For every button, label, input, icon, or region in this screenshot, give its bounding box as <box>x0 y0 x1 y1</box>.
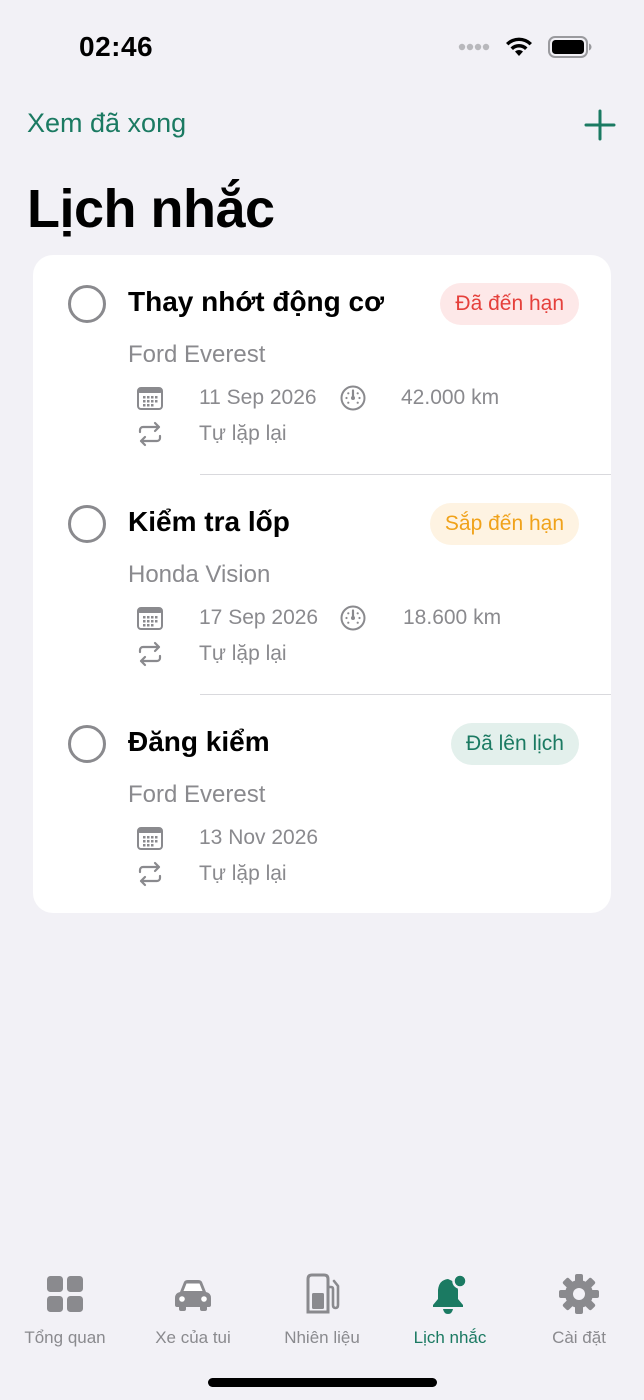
status-icons <box>458 36 592 58</box>
reminder-item[interactable]: Đăng kiểm Đã lên lịch Ford Everest 13 No… <box>33 695 611 913</box>
reminder-repeat: Tự lặp lại <box>199 642 287 665</box>
reminder-vehicle: Ford Everest <box>128 341 266 368</box>
reminder-title: Thay nhớt động cơ <box>128 286 385 317</box>
complete-checkbox[interactable] <box>68 285 106 323</box>
screen: 02:46 Xem đã xong Lịch nhắc Thay nhớt độ… <box>0 0 644 1400</box>
status-badge: Đã lên lịch <box>450 723 579 765</box>
reminder-vehicle: Ford Everest <box>128 781 266 808</box>
tab-label: Xe của tui <box>155 1328 231 1347</box>
repeat-icon <box>138 421 162 447</box>
reminder-repeat-row: Tự lặp lại <box>136 860 287 888</box>
tab-settings[interactable]: Cài đặt <box>519 1272 639 1348</box>
status-badge: Đã đến hạn <box>440 283 579 325</box>
status-time: 02:46 <box>79 31 154 62</box>
reminder-item[interactable]: Thay nhớt động cơ Đã đến hạn Ford Everes… <box>33 255 611 475</box>
calendar-icon <box>137 607 163 630</box>
reminder-date: 11 Sep 2026 <box>199 386 317 409</box>
complete-checkbox[interactable] <box>68 505 106 543</box>
plus-icon <box>584 109 616 141</box>
tab-label: Tổng quan <box>24 1328 106 1347</box>
battery-icon <box>548 36 592 58</box>
fuel-pump-icon <box>306 1273 340 1314</box>
signal-dots-icon <box>458 43 490 51</box>
status-badge: Sắp đến hạn <box>429 503 579 545</box>
reminder-odometer: 18.600 km <box>403 606 502 629</box>
repeat-icon <box>138 641 162 667</box>
reminder-vehicle: Honda Vision <box>128 561 271 588</box>
add-reminder-button[interactable] <box>583 108 617 142</box>
reminders-list: Thay nhớt động cơ Đã đến hạn Ford Everes… <box>33 255 611 913</box>
reminder-date: 13 Nov 2026 <box>199 826 319 849</box>
tab-label: Cài đặt <box>552 1328 606 1347</box>
wifi-icon <box>506 37 532 56</box>
repeat-icon <box>138 861 162 887</box>
calendar-icon <box>137 387 163 410</box>
reminder-date-row: 17 Sep 2026 18.600 km <box>136 604 501 632</box>
car-icon <box>175 1280 211 1311</box>
reminder-date-row: 11 Sep 2026 42.000 km <box>136 384 499 412</box>
bell-badge-icon <box>433 1273 468 1314</box>
reminder-item[interactable]: Kiểm tra lốp Sắp đến hạn Honda Vision 17… <box>33 475 611 695</box>
reminder-repeat: Tự lặp lại <box>199 862 287 885</box>
reminder-repeat: Tự lặp lại <box>199 422 287 445</box>
tab-fuel[interactable]: Nhiên liệu <box>262 1272 382 1348</box>
tab-label: Nhiên liệu <box>284 1328 360 1347</box>
complete-checkbox[interactable] <box>68 725 106 763</box>
tab-label: Lịch nhắc <box>413 1328 487 1347</box>
page-title: Lịch nhắc <box>27 179 275 239</box>
reminder-odometer: 42.000 km <box>401 386 500 409</box>
reminder-title: Đăng kiểm <box>128 726 270 757</box>
status-bar: 02:46 <box>0 0 644 96</box>
tab-my-cars[interactable]: Xe của tui <box>133 1272 253 1348</box>
tab-overview[interactable]: Tổng quan <box>5 1272 125 1348</box>
reminder-title: Kiểm tra lốp <box>128 506 290 537</box>
reminder-repeat-row: Tự lặp lại <box>136 640 287 668</box>
calendar-icon <box>137 827 163 850</box>
grid-icon <box>47 1276 83 1312</box>
view-completed-link[interactable]: Xem đã xong <box>27 108 186 139</box>
reminder-repeat-row: Tự lặp lại <box>136 420 287 448</box>
speedometer-icon <box>340 605 366 631</box>
gear-icon <box>559 1274 599 1314</box>
reminder-date: 17 Sep 2026 <box>199 606 319 629</box>
tab-reminders[interactable]: Lịch nhắc <box>390 1272 510 1348</box>
speedometer-icon <box>340 385 366 411</box>
reminder-date-row: 13 Nov 2026 <box>136 824 318 852</box>
home-indicator <box>208 1378 437 1387</box>
